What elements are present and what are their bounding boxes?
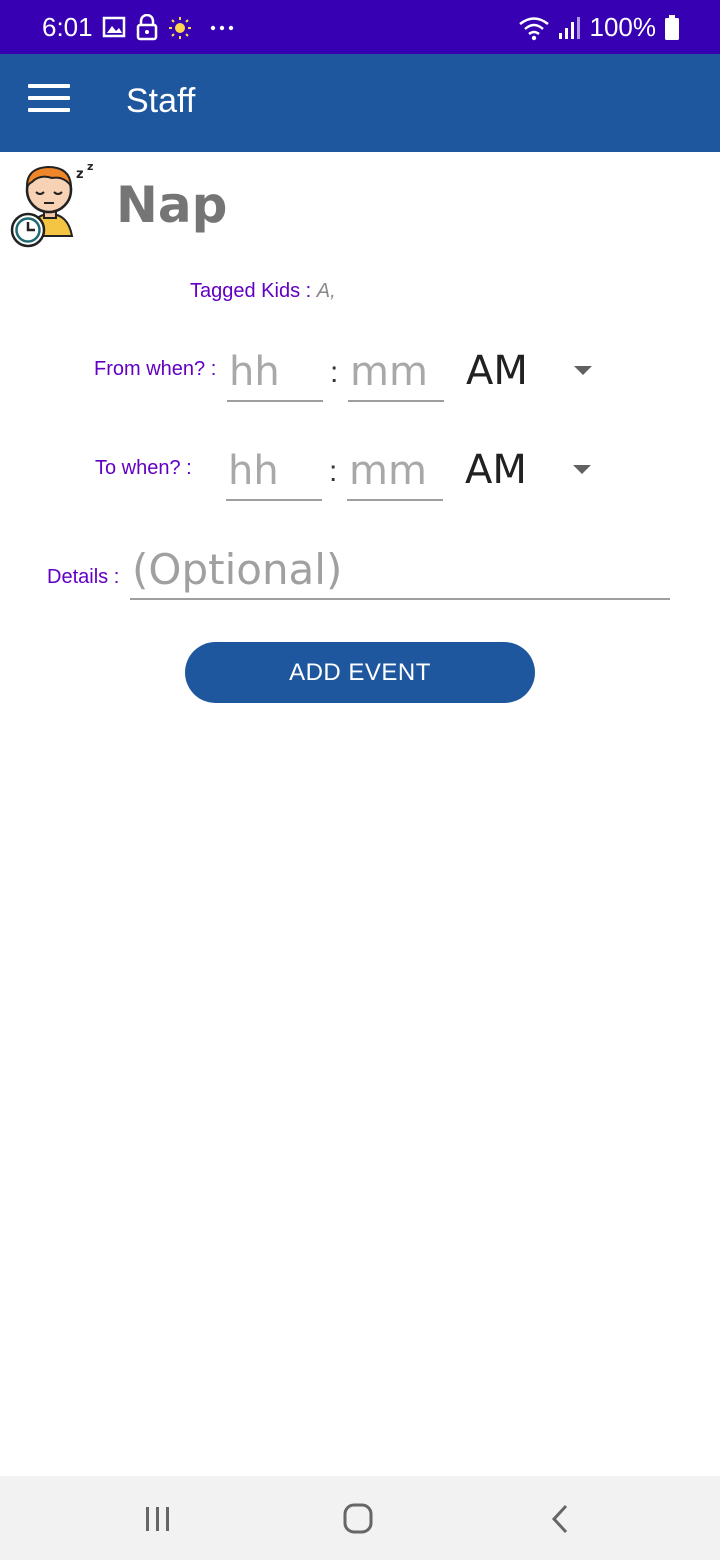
app-title: Staff: [126, 82, 196, 120]
status-time: 6:01: [42, 12, 93, 42]
recent-apps-icon[interactable]: [138, 1502, 178, 1536]
home-icon[interactable]: [338, 1502, 378, 1536]
to-ampm-select[interactable]: AM: [465, 447, 527, 493]
wifi-icon: [518, 16, 549, 40]
hamburger-menu-icon[interactable]: [28, 84, 70, 124]
svg-text:z: z: [76, 167, 84, 182]
details-input[interactable]: [130, 540, 670, 600]
to-label: To when? :: [95, 457, 192, 479]
from-hour-input[interactable]: [227, 344, 323, 402]
status-bar: 6:01 100%: [0, 0, 720, 54]
from-separator: :: [330, 356, 339, 389]
to-separator: :: [329, 455, 338, 488]
add-event-button[interactable]: ADD EVENT: [185, 642, 535, 703]
details-label: Details :: [47, 566, 120, 588]
to-hour-input[interactable]: [226, 443, 322, 501]
page-title: Nap: [116, 176, 228, 234]
sleeping-child-clock-icon: z z: [10, 160, 93, 248]
brightness-icon: [169, 17, 191, 39]
svg-text:z: z: [87, 160, 93, 173]
from-ampm-select[interactable]: AM: [466, 348, 528, 394]
tagged-kids-value: A,: [316, 280, 336, 302]
to-minute-input[interactable]: [347, 443, 443, 501]
battery-text: 100%: [589, 12, 657, 42]
image-icon: [102, 16, 126, 38]
battery-icon: [665, 14, 679, 40]
from-label: From when? :: [94, 358, 217, 380]
tagged-kids: Tagged Kids : A,: [190, 280, 336, 303]
signal-icon: [558, 16, 580, 39]
from-minute-input[interactable]: [348, 344, 444, 402]
to-ampm-dropdown-icon[interactable]: [573, 465, 591, 474]
app-bar: Staff: [0, 54, 720, 152]
lock-icon: [136, 14, 158, 41]
nav-bar: [0, 1476, 720, 1560]
back-icon[interactable]: [540, 1502, 580, 1536]
status-right: 100%: [518, 12, 681, 43]
tagged-kids-label: Tagged Kids :: [190, 280, 317, 302]
from-ampm-dropdown-icon[interactable]: [574, 366, 592, 375]
status-icons-left: [102, 14, 234, 41]
more-icon: [210, 25, 234, 31]
